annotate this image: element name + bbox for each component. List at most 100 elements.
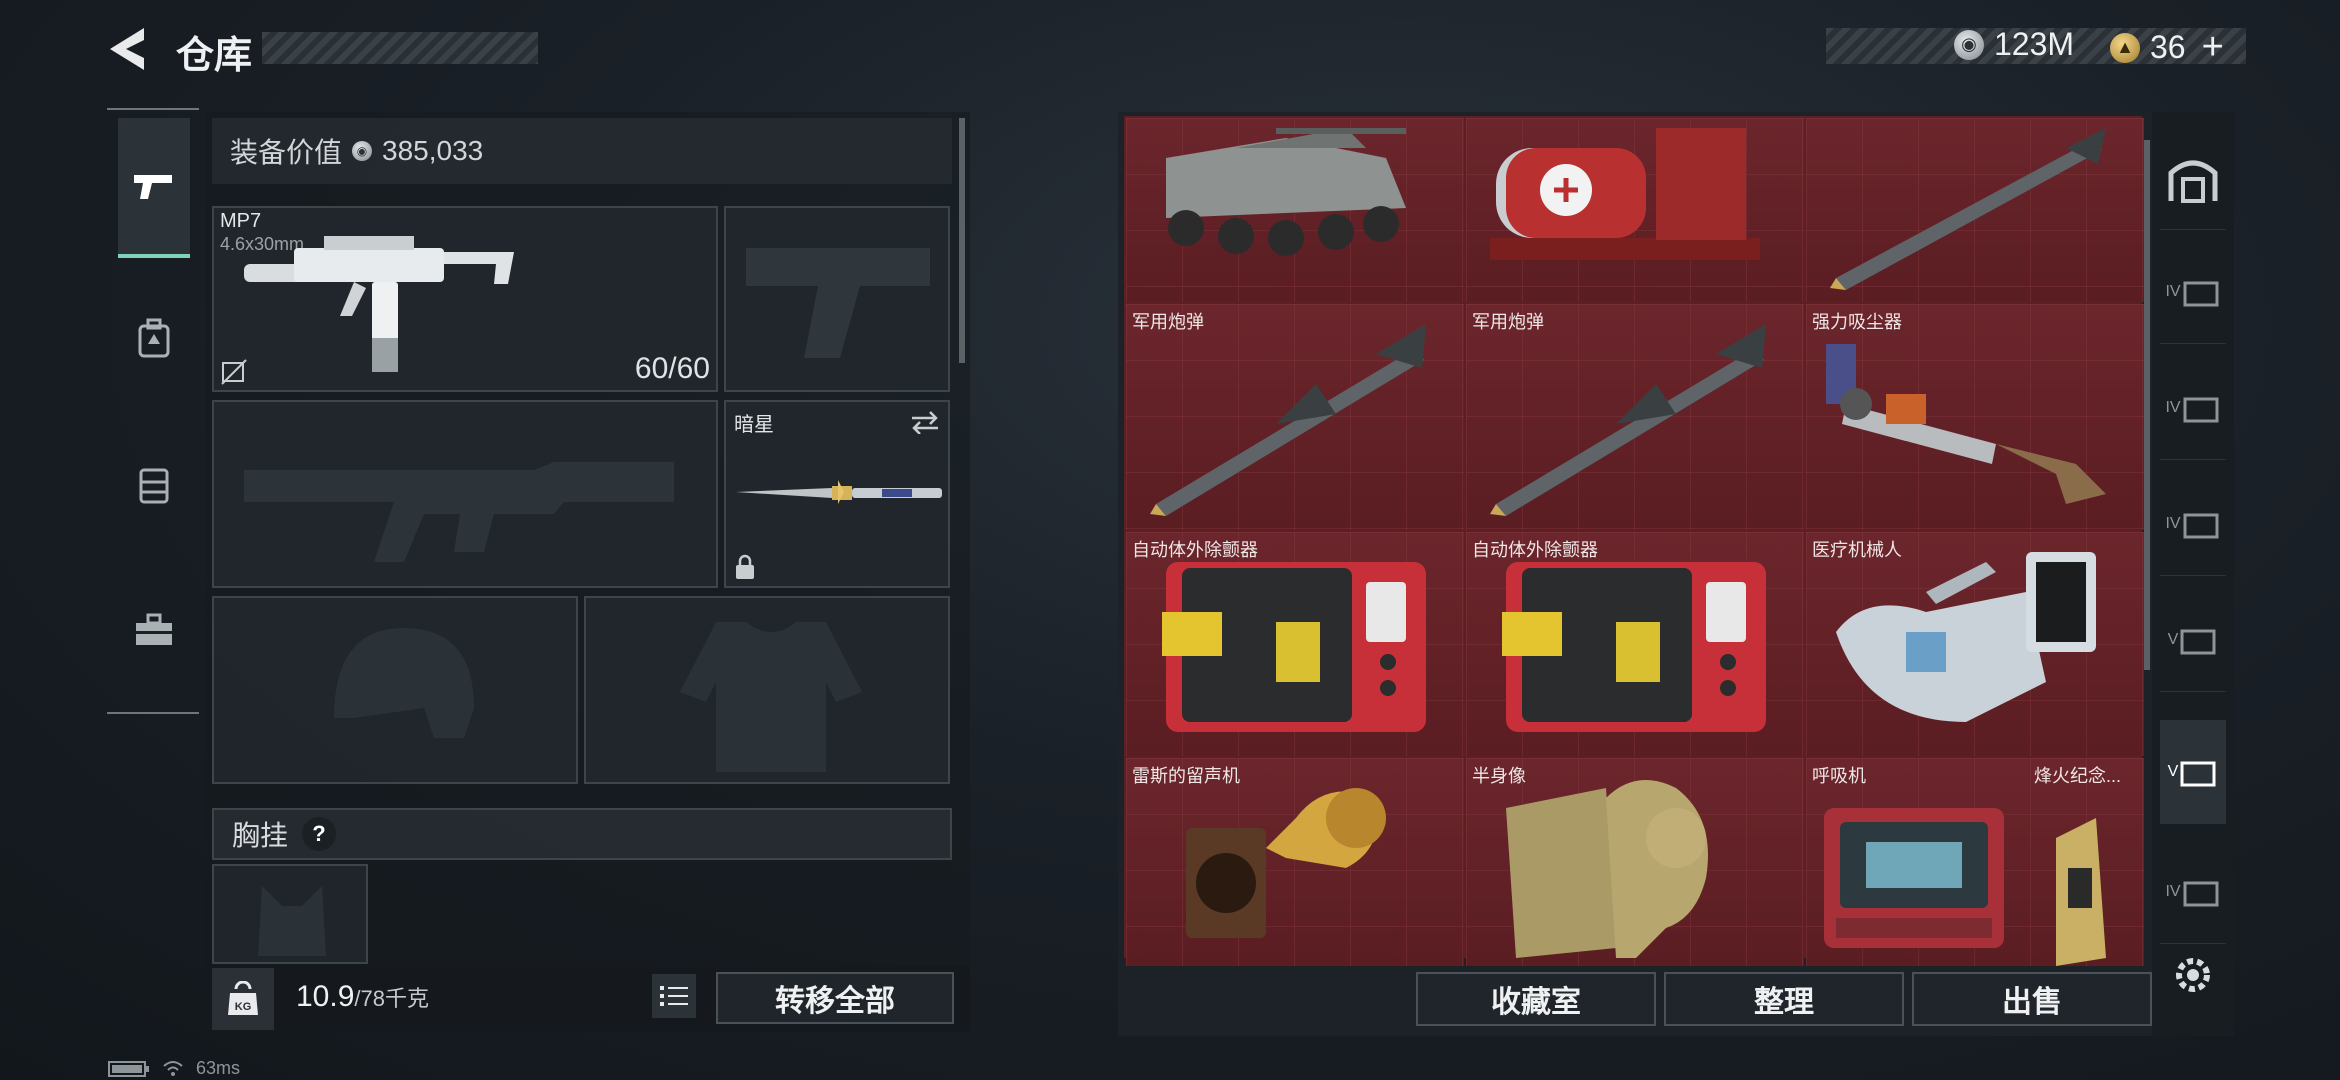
- category-iv-4[interactable]: IV: [2160, 840, 2226, 944]
- tier-label: IV: [2165, 282, 2181, 300]
- storage-item-fuel-tank[interactable]: [1466, 118, 1804, 302]
- weight-readout: 10.9/78千克: [296, 980, 429, 1014]
- case-icon: [2183, 397, 2219, 422]
- missile-image: [1830, 128, 2106, 290]
- sort-button[interactable]: 整理: [1664, 972, 1904, 1026]
- gold-amount: 36: [2150, 29, 2186, 65]
- storage-item-bust[interactable]: 半身像: [1466, 758, 1804, 966]
- helmet-slot[interactable]: [212, 596, 578, 784]
- settings-icon: [2176, 958, 2210, 992]
- loadout-scrollbar[interactable]: [959, 118, 965, 363]
- settings-button[interactable]: [2170, 952, 2216, 998]
- ventilator-image: [1824, 808, 2106, 966]
- vacuum-cleaner-image: [1826, 344, 2106, 504]
- tier-label: IV: [2165, 514, 2181, 532]
- sell-button[interactable]: 出售: [1912, 972, 2152, 1026]
- equipment-value: 385,033: [382, 135, 484, 166]
- case-icon: [2183, 281, 2219, 306]
- category-iv-1[interactable]: IV: [2160, 240, 2226, 344]
- tab-vest[interactable]: [118, 414, 190, 554]
- page-title: 仓库: [176, 35, 253, 77]
- wifi-icon: [163, 1060, 183, 1076]
- pistol-silhouette-icon: [746, 248, 930, 358]
- secondary-weapon-slot[interactable]: [212, 400, 718, 588]
- storage-item-missile[interactable]: [1806, 118, 2144, 302]
- medical-robot-image: [1836, 552, 2096, 722]
- gold-coin-icon: ▲: [2110, 32, 2140, 63]
- military-shell-image: [1490, 324, 1766, 516]
- silver-coin-icon: ◉: [352, 141, 373, 161]
- category-iv-3[interactable]: IV: [2160, 472, 2226, 576]
- storage-item-military-shell-2[interactable]: 军用炮弹: [1466, 304, 1804, 530]
- warehouse-icon: [2168, 160, 2218, 203]
- storage-item-armored-vehicle[interactable]: [1126, 118, 1464, 302]
- toolbox-icon: [136, 613, 172, 645]
- svg-text:KG: KG: [235, 1001, 252, 1013]
- no-attachment-icon: [221, 359, 247, 385]
- gold-currency[interactable]: ▲ 36 +: [2110, 26, 2224, 69]
- category-v-1[interactable]: V: [2160, 588, 2226, 692]
- case-icon: [2183, 881, 2219, 906]
- tab-toolbox[interactable]: [118, 560, 190, 700]
- gramophone-image: [1186, 788, 1386, 938]
- fuel-tank-image: [1490, 128, 1760, 260]
- back-button[interactable]: [104, 24, 150, 74]
- armor-slot[interactable]: [584, 596, 950, 784]
- melee-slot[interactable]: 暗星: [724, 400, 950, 588]
- chest-rig-silhouette-icon: [258, 886, 326, 956]
- system-status: 63ms: [108, 1058, 240, 1079]
- weight-box: KG: [212, 968, 274, 1030]
- case-icon: [2180, 761, 2216, 786]
- ping-readout: 63ms: [196, 1058, 241, 1078]
- bust-image: [1506, 780, 1708, 958]
- storage-item-gramophone[interactable]: 雷斯的留声机: [1126, 758, 1464, 966]
- tab-weapons[interactable]: [118, 118, 190, 258]
- transfer-all-button[interactable]: 转移全部: [716, 972, 954, 1024]
- storage-grid: 军用炮弹 军用炮弹 强力吸尘器 自动体外除颤器 自动体外除颤器 医疗机械人 雷斯…: [1124, 116, 2144, 966]
- max-weight: /78千克: [354, 986, 429, 1011]
- storage-item-defibrillator-1[interactable]: 自动体外除颤器: [1126, 532, 1464, 756]
- equipment-value-label: 装备价值: [230, 137, 343, 168]
- dark-star-knife-image: [736, 480, 942, 504]
- list-view-button[interactable]: [652, 974, 696, 1018]
- category-v-2[interactable]: V: [2160, 720, 2226, 824]
- storage-item-medical-robot[interactable]: 医疗机械人: [1806, 532, 2144, 756]
- storage-item-ventilator[interactable]: 呼吸机 烽火纪念...: [1806, 758, 2144, 966]
- tab-backpack[interactable]: [118, 268, 190, 408]
- chest-rig-row: 胸挂 ?: [212, 808, 952, 860]
- silver-currency: ◉ 123M: [1954, 26, 2074, 63]
- pistol-icon: [134, 175, 172, 199]
- storage-item-military-shell-1[interactable]: 军用炮弹: [1126, 304, 1464, 530]
- mp7-weapon-image: [244, 236, 514, 372]
- armor-icon: [680, 622, 862, 772]
- add-gold-button[interactable]: +: [2202, 26, 2224, 69]
- chest-rig-slot[interactable]: [212, 864, 368, 964]
- pistol-slot[interactable]: [724, 206, 950, 392]
- defibrillator-image: [1162, 562, 1426, 732]
- primary-weapon-slot[interactable]: MP7 4.6x30mm 60/60: [212, 206, 718, 392]
- silver-amount: 123M: [1994, 26, 2075, 62]
- chest-rig-label: 胸挂: [232, 820, 289, 851]
- swap-icon[interactable]: [910, 410, 940, 434]
- help-button[interactable]: ?: [302, 817, 337, 851]
- silver-coin-icon: ◉: [1954, 29, 1984, 60]
- vest-icon: [139, 468, 169, 504]
- list-icon: [660, 986, 688, 1006]
- storage-item-vacuum-cleaner[interactable]: 强力吸尘器: [1806, 304, 2144, 530]
- tier-label: V: [2167, 630, 2179, 648]
- category-all[interactable]: [2160, 126, 2226, 230]
- storage-item-defibrillator-2[interactable]: 自动体外除颤器: [1466, 532, 1804, 756]
- case-icon: [2180, 629, 2216, 654]
- case-icon: [2183, 513, 2219, 538]
- armored-vehicle-image: [1166, 128, 1406, 256]
- tier-label: IV: [2165, 398, 2181, 416]
- storage-scrollbar[interactable]: [2144, 140, 2150, 670]
- kg-icon: KG: [228, 981, 258, 1015]
- military-shell-image: [1150, 324, 1426, 516]
- helmet-icon: [334, 628, 474, 738]
- category-iv-2[interactable]: IV: [2160, 356, 2226, 460]
- collection-room-button[interactable]: 收藏室: [1416, 972, 1656, 1026]
- current-weight: 10.9: [296, 980, 355, 1013]
- defibrillator-image: [1502, 562, 1766, 732]
- back-arrow-icon: [110, 28, 144, 70]
